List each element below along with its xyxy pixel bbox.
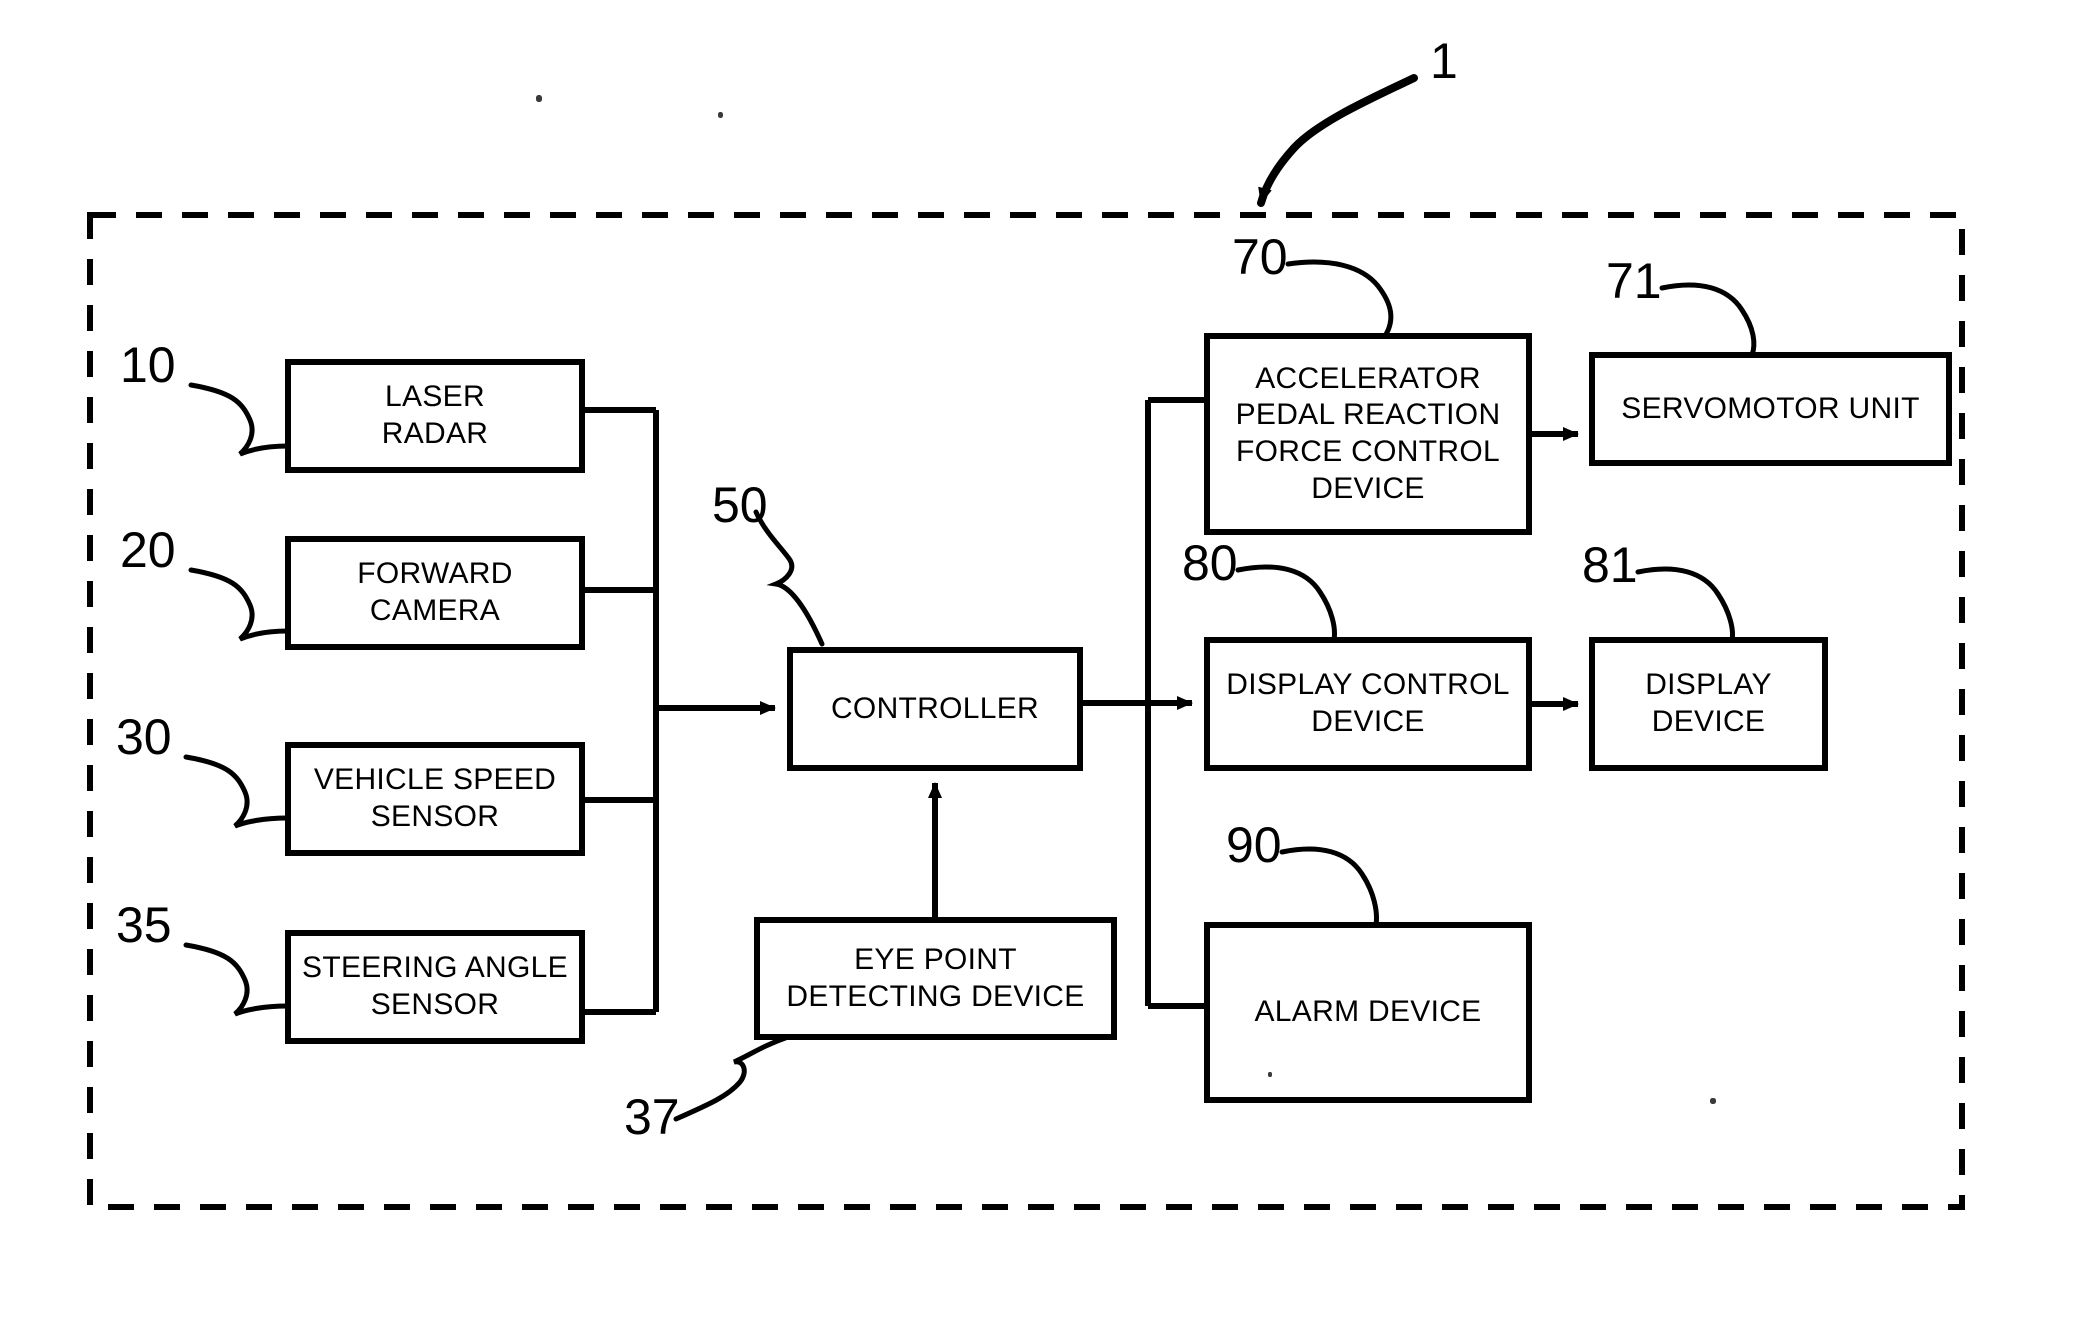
figure-canvas: LASER RADAR FORWARD CAMERA VEHICLE SPEED…	[0, 0, 2082, 1341]
scan-speck	[1268, 1072, 1272, 1077]
leader-20	[188, 567, 291, 642]
block-servomotor-unit	[1589, 352, 1952, 466]
leader-37	[673, 1034, 791, 1122]
leader-71	[1659, 282, 1757, 358]
leader-70	[1285, 259, 1394, 339]
block-laser-radar	[285, 359, 585, 473]
block-display-control-device	[1204, 637, 1532, 771]
leader-10	[188, 382, 291, 457]
leader-50	[753, 509, 825, 647]
scan-speck	[1710, 1098, 1716, 1104]
leader-1-arrow	[1257, 74, 1418, 207]
block-vehicle-speed-sensor	[285, 742, 585, 856]
block-forward-camera	[285, 536, 585, 650]
block-controller	[787, 647, 1083, 771]
scan-speck	[536, 95, 542, 102]
leader-90	[1279, 846, 1379, 928]
leader-80	[1235, 564, 1337, 643]
scan-speck	[718, 112, 723, 118]
block-alarm-device	[1204, 922, 1532, 1103]
block-eye-point-detecting-device	[754, 917, 1117, 1040]
leader-81	[1635, 566, 1735, 643]
block-display-device	[1589, 637, 1828, 771]
block-steering-angle-sensor	[285, 930, 585, 1044]
leader-35	[183, 942, 291, 1017]
leader-30	[183, 754, 291, 829]
block-diagram-svg	[87, 74, 1965, 1210]
block-accelerator-pedal-reaction-force-control-device	[1204, 333, 1532, 535]
